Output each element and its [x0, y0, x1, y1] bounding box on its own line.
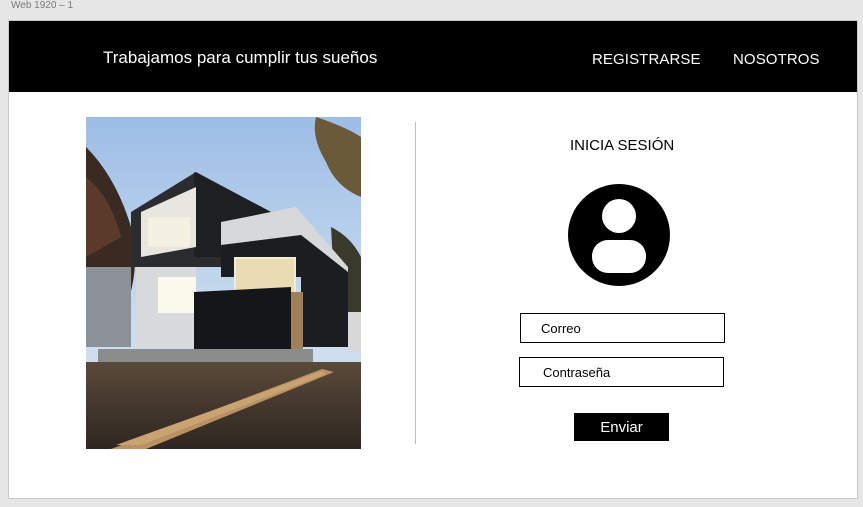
nav-register-link[interactable]: REGISTRARSE: [592, 51, 701, 68]
nav-about-link[interactable]: NOSOTROS: [733, 51, 820, 68]
login-title: INICIA SESIÓN: [570, 137, 675, 154]
email-field[interactable]: [520, 313, 725, 343]
artboard-label: Web 1920 – 1: [11, 0, 74, 11]
top-header: Trabajamos para cumplir tus sueños REGIS…: [9, 21, 857, 92]
user-avatar-icon: [568, 184, 670, 286]
submit-button[interactable]: Enviar: [574, 413, 669, 441]
vertical-divider: [415, 122, 416, 444]
password-field[interactable]: [519, 357, 724, 387]
house-photo: [86, 117, 361, 449]
web-page-frame: Trabajamos para cumplir tus sueños REGIS…: [8, 20, 858, 499]
header-tagline: Trabajamos para cumplir tus sueños: [103, 48, 378, 67]
